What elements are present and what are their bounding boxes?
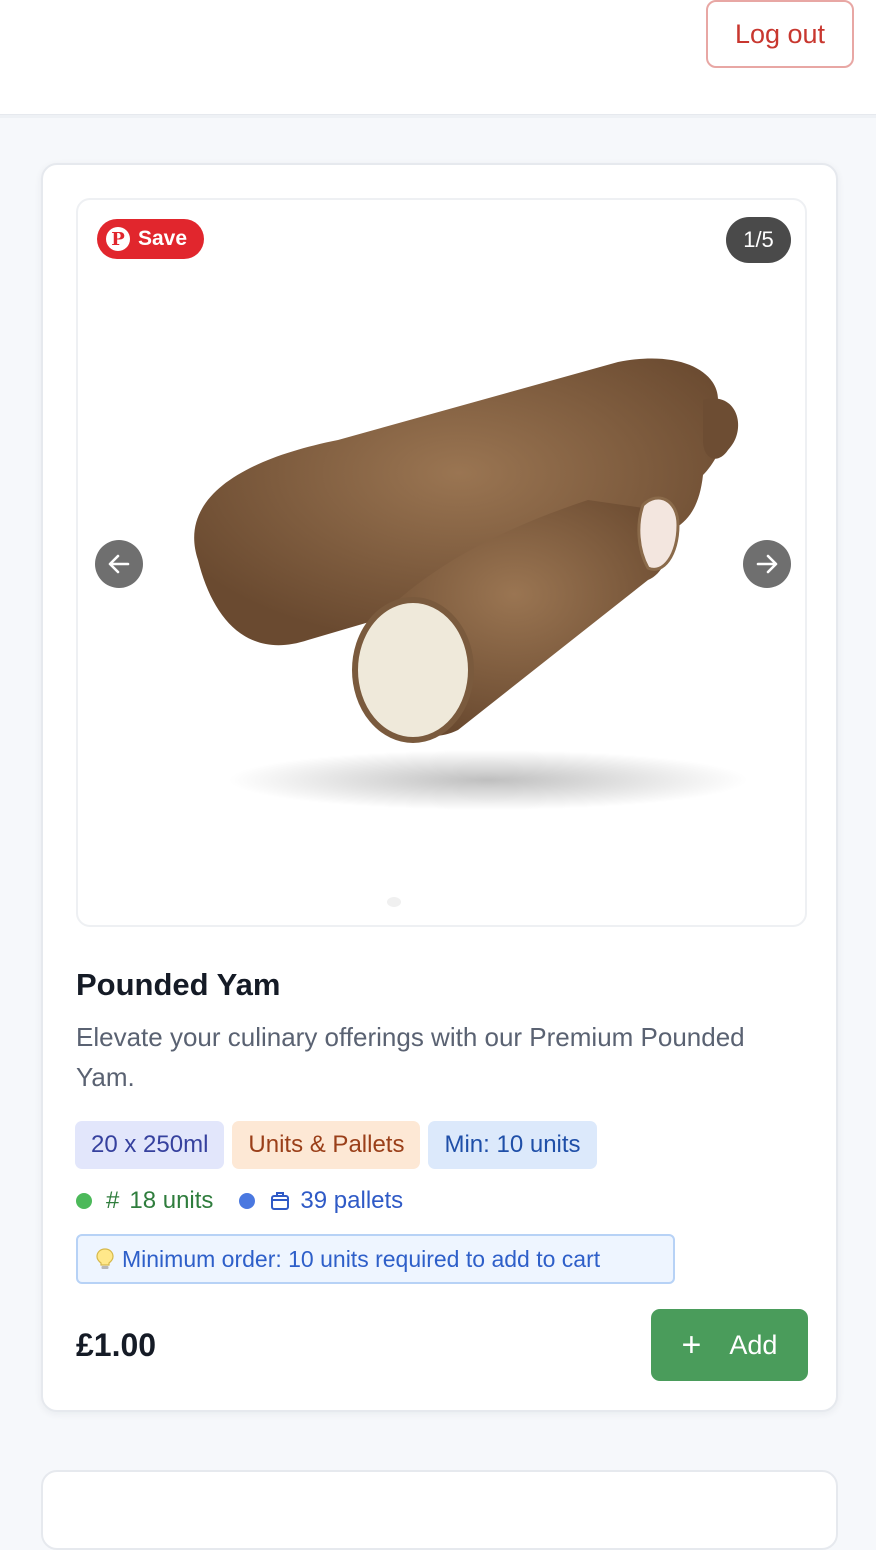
arrow-left-icon: [108, 554, 130, 574]
pallet-dot: [239, 1193, 256, 1209]
previous-image-button[interactable]: [95, 540, 143, 588]
save-label: Save: [138, 227, 188, 250]
logout-button[interactable]: Log out: [706, 0, 854, 68]
add-to-cart-button[interactable]: + Add: [651, 1309, 808, 1381]
product-image: [194, 358, 748, 810]
stock-info: # 18 units 39 pallets: [76, 1187, 403, 1215]
add-label: Add: [729, 1329, 778, 1360]
plus-icon: +: [681, 1326, 702, 1364]
next-product-card: [41, 1470, 838, 1550]
lightbulb-icon: [96, 1248, 114, 1269]
pinterest-save-button[interactable]: P Save: [97, 219, 204, 259]
image-counter: 1/5: [726, 217, 791, 263]
tag-minimum: Min: 10 units: [428, 1121, 597, 1169]
top-bar: Log out: [0, 0, 876, 115]
minimum-order-notice: Minimum order: 10 units required to add …: [76, 1234, 675, 1284]
next-image-button[interactable]: [743, 540, 791, 588]
arrow-right-icon: [756, 554, 778, 574]
product-price: £1.00: [76, 1327, 157, 1363]
minimum-order-text: Minimum order: 10 units required to add …: [122, 1245, 601, 1272]
in-stock-dot: [76, 1193, 92, 1209]
product-tags: 20 x 250ml Units & Pallets Min: 10 units: [75, 1121, 597, 1169]
tag-sale-unit: Units & Pallets: [232, 1121, 421, 1169]
image-gallery: P Save 1/5: [76, 198, 807, 927]
tag-pack-size: 20 x 250ml: [75, 1121, 225, 1169]
hash-icon: #: [106, 1187, 120, 1214]
pinterest-icon: P: [106, 227, 130, 251]
box-icon: [271, 1192, 290, 1210]
stock-units: 18 units: [129, 1187, 214, 1214]
product-description: Elevate your culinary offerings with our…: [76, 1022, 745, 1092]
product-card: P Save 1/5 Pounded Yam Elevate your culi…: [41, 163, 838, 1412]
product-title: Pounded Yam: [76, 967, 281, 1002]
carousel-dot[interactable]: [387, 897, 401, 907]
stock-pallets: 39 pallets: [300, 1187, 404, 1214]
